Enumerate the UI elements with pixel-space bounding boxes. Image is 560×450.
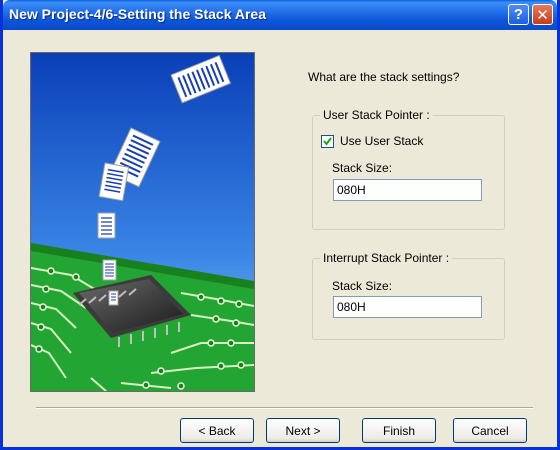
cancel-button[interactable]: Cancel [453,418,527,443]
user-stack-size-label: Stack Size: [332,161,393,175]
finish-button[interactable]: Finish [362,418,436,443]
interrupt-stack-size-input[interactable]: 080H [333,296,482,318]
window-title: New Project-4/6-Setting the Stack Area [9,6,267,22]
use-user-stack-label: Use User Stack [340,134,424,148]
checkmark-icon [323,137,332,146]
close-icon: ✕ [536,6,549,24]
interrupt-stack-size-label: Stack Size: [332,279,393,293]
help-icon: ? [513,6,524,23]
dialog-window: New Project-4/6-Setting the Stack Area ?… [0,0,560,450]
button-separator [36,407,533,409]
close-button[interactable]: ✕ [532,4,553,25]
user-stack-group: User Stack Pointer : Use User Stack Stac… [312,108,505,230]
prompt-text: What are the stack settings? [308,70,460,84]
use-user-stack-checkbox[interactable] [321,135,334,148]
help-button[interactable]: ? [508,4,529,25]
title-bar[interactable]: New Project-4/6-Setting the Stack Area ?… [3,0,557,30]
circuit-board-illustration [31,53,254,391]
wizard-illustration [30,52,255,392]
interrupt-stack-group: Interrupt Stack Pointer : Stack Size: 08… [312,251,505,340]
back-button[interactable]: < Back [180,418,254,443]
interrupt-stack-group-label: Interrupt Stack Pointer : [320,251,453,265]
next-button[interactable]: Next > [266,418,340,443]
user-stack-group-label: User Stack Pointer : [320,108,433,122]
user-stack-size-input[interactable]: 080H [333,179,482,201]
